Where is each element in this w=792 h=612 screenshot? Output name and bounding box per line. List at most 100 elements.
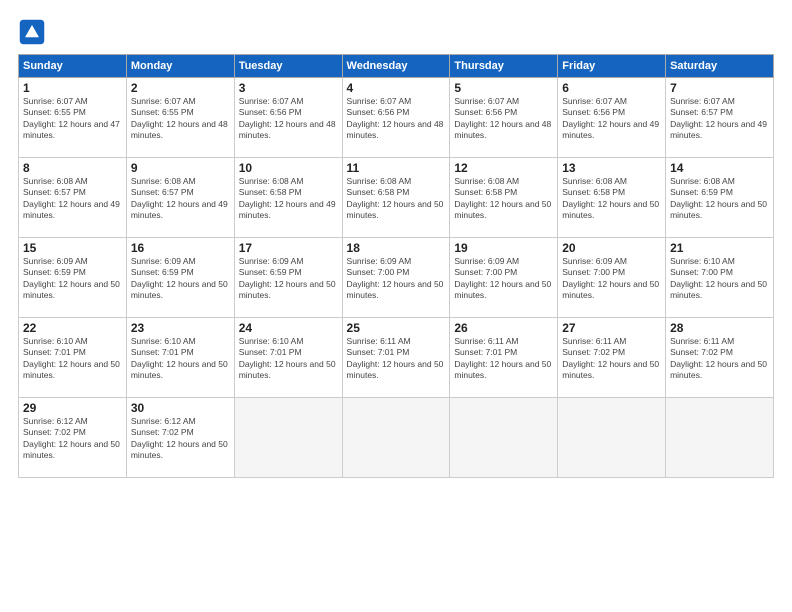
day-header-monday: Monday [126, 55, 234, 78]
week-row-3: 15 Sunrise: 6:09 AMSunset: 6:59 PMDaylig… [19, 238, 774, 318]
day-info: Sunrise: 6:08 AMSunset: 6:58 PMDaylight:… [562, 176, 659, 220]
calendar-cell: 9 Sunrise: 6:08 AMSunset: 6:57 PMDayligh… [126, 158, 234, 238]
day-number: 3 [239, 81, 338, 95]
calendar-cell: 22 Sunrise: 6:10 AMSunset: 7:01 PMDaylig… [19, 318, 127, 398]
day-header-friday: Friday [558, 55, 666, 78]
day-number: 15 [23, 241, 122, 255]
day-info: Sunrise: 6:07 AMSunset: 6:55 PMDaylight:… [131, 96, 228, 140]
week-row-1: 1 Sunrise: 6:07 AMSunset: 6:55 PMDayligh… [19, 78, 774, 158]
day-number: 8 [23, 161, 122, 175]
day-number: 14 [670, 161, 769, 175]
calendar-cell: 28 Sunrise: 6:11 AMSunset: 7:02 PMDaylig… [666, 318, 774, 398]
day-info: Sunrise: 6:12 AMSunset: 7:02 PMDaylight:… [131, 416, 228, 460]
day-info: Sunrise: 6:11 AMSunset: 7:02 PMDaylight:… [670, 336, 767, 380]
calendar-cell [558, 398, 666, 478]
day-info: Sunrise: 6:09 AMSunset: 6:59 PMDaylight:… [239, 256, 336, 300]
calendar-cell [234, 398, 342, 478]
day-info: Sunrise: 6:07 AMSunset: 6:56 PMDaylight:… [562, 96, 659, 140]
calendar-cell: 2 Sunrise: 6:07 AMSunset: 6:55 PMDayligh… [126, 78, 234, 158]
day-number: 7 [670, 81, 769, 95]
day-header-sunday: Sunday [19, 55, 127, 78]
day-number: 20 [562, 241, 661, 255]
day-info: Sunrise: 6:08 AMSunset: 6:57 PMDaylight:… [23, 176, 120, 220]
day-info: Sunrise: 6:10 AMSunset: 7:00 PMDaylight:… [670, 256, 767, 300]
day-number: 11 [347, 161, 446, 175]
day-number: 24 [239, 321, 338, 335]
calendar-cell: 11 Sunrise: 6:08 AMSunset: 6:58 PMDaylig… [342, 158, 450, 238]
day-header-tuesday: Tuesday [234, 55, 342, 78]
day-info: Sunrise: 6:09 AMSunset: 7:00 PMDaylight:… [454, 256, 551, 300]
calendar-cell: 6 Sunrise: 6:07 AMSunset: 6:56 PMDayligh… [558, 78, 666, 158]
day-info: Sunrise: 6:08 AMSunset: 6:57 PMDaylight:… [131, 176, 228, 220]
calendar-cell: 12 Sunrise: 6:08 AMSunset: 6:58 PMDaylig… [450, 158, 558, 238]
day-info: Sunrise: 6:10 AMSunset: 7:01 PMDaylight:… [23, 336, 120, 380]
day-number: 23 [131, 321, 230, 335]
day-info: Sunrise: 6:10 AMSunset: 7:01 PMDaylight:… [131, 336, 228, 380]
day-info: Sunrise: 6:09 AMSunset: 7:00 PMDaylight:… [562, 256, 659, 300]
day-number: 6 [562, 81, 661, 95]
day-number: 16 [131, 241, 230, 255]
day-number: 28 [670, 321, 769, 335]
week-row-5: 29 Sunrise: 6:12 AMSunset: 7:02 PMDaylig… [19, 398, 774, 478]
day-number: 25 [347, 321, 446, 335]
day-number: 18 [347, 241, 446, 255]
day-info: Sunrise: 6:11 AMSunset: 7:01 PMDaylight:… [347, 336, 444, 380]
calendar-cell: 16 Sunrise: 6:09 AMSunset: 6:59 PMDaylig… [126, 238, 234, 318]
page: SundayMondayTuesdayWednesdayThursdayFrid… [0, 0, 792, 612]
day-header-thursday: Thursday [450, 55, 558, 78]
day-info: Sunrise: 6:12 AMSunset: 7:02 PMDaylight:… [23, 416, 120, 460]
header [18, 18, 774, 46]
day-number: 19 [454, 241, 553, 255]
calendar-cell: 13 Sunrise: 6:08 AMSunset: 6:58 PMDaylig… [558, 158, 666, 238]
calendar-header-row: SundayMondayTuesdayWednesdayThursdayFrid… [19, 55, 774, 78]
calendar-cell: 21 Sunrise: 6:10 AMSunset: 7:00 PMDaylig… [666, 238, 774, 318]
day-header-saturday: Saturday [666, 55, 774, 78]
calendar-cell [450, 398, 558, 478]
day-number: 21 [670, 241, 769, 255]
calendar-cell: 4 Sunrise: 6:07 AMSunset: 6:56 PMDayligh… [342, 78, 450, 158]
day-number: 22 [23, 321, 122, 335]
day-info: Sunrise: 6:08 AMSunset: 6:58 PMDaylight:… [239, 176, 336, 220]
week-row-2: 8 Sunrise: 6:08 AMSunset: 6:57 PMDayligh… [19, 158, 774, 238]
calendar-cell: 10 Sunrise: 6:08 AMSunset: 6:58 PMDaylig… [234, 158, 342, 238]
calendar-cell: 29 Sunrise: 6:12 AMSunset: 7:02 PMDaylig… [19, 398, 127, 478]
day-info: Sunrise: 6:11 AMSunset: 7:01 PMDaylight:… [454, 336, 551, 380]
day-number: 10 [239, 161, 338, 175]
day-number: 30 [131, 401, 230, 415]
day-info: Sunrise: 6:08 AMSunset: 6:58 PMDaylight:… [454, 176, 551, 220]
day-info: Sunrise: 6:10 AMSunset: 7:01 PMDaylight:… [239, 336, 336, 380]
calendar-cell: 8 Sunrise: 6:08 AMSunset: 6:57 PMDayligh… [19, 158, 127, 238]
day-info: Sunrise: 6:08 AMSunset: 6:58 PMDaylight:… [347, 176, 444, 220]
day-info: Sunrise: 6:07 AMSunset: 6:56 PMDaylight:… [454, 96, 551, 140]
logo [18, 18, 48, 46]
day-number: 26 [454, 321, 553, 335]
day-info: Sunrise: 6:07 AMSunset: 6:56 PMDaylight:… [347, 96, 444, 140]
calendar-cell: 19 Sunrise: 6:09 AMSunset: 7:00 PMDaylig… [450, 238, 558, 318]
day-info: Sunrise: 6:07 AMSunset: 6:56 PMDaylight:… [239, 96, 336, 140]
calendar-cell: 15 Sunrise: 6:09 AMSunset: 6:59 PMDaylig… [19, 238, 127, 318]
day-number: 1 [23, 81, 122, 95]
day-number: 13 [562, 161, 661, 175]
day-info: Sunrise: 6:07 AMSunset: 6:55 PMDaylight:… [23, 96, 120, 140]
calendar-cell: 7 Sunrise: 6:07 AMSunset: 6:57 PMDayligh… [666, 78, 774, 158]
calendar-table: SundayMondayTuesdayWednesdayThursdayFrid… [18, 54, 774, 478]
day-number: 9 [131, 161, 230, 175]
calendar-cell [342, 398, 450, 478]
day-number: 29 [23, 401, 122, 415]
calendar-cell: 5 Sunrise: 6:07 AMSunset: 6:56 PMDayligh… [450, 78, 558, 158]
day-info: Sunrise: 6:11 AMSunset: 7:02 PMDaylight:… [562, 336, 659, 380]
day-info: Sunrise: 6:07 AMSunset: 6:57 PMDaylight:… [670, 96, 767, 140]
calendar-cell: 26 Sunrise: 6:11 AMSunset: 7:01 PMDaylig… [450, 318, 558, 398]
day-info: Sunrise: 6:08 AMSunset: 6:59 PMDaylight:… [670, 176, 767, 220]
day-number: 27 [562, 321, 661, 335]
calendar-cell: 18 Sunrise: 6:09 AMSunset: 7:00 PMDaylig… [342, 238, 450, 318]
calendar-cell: 17 Sunrise: 6:09 AMSunset: 6:59 PMDaylig… [234, 238, 342, 318]
day-info: Sunrise: 6:09 AMSunset: 7:00 PMDaylight:… [347, 256, 444, 300]
calendar-cell: 24 Sunrise: 6:10 AMSunset: 7:01 PMDaylig… [234, 318, 342, 398]
calendar-cell: 3 Sunrise: 6:07 AMSunset: 6:56 PMDayligh… [234, 78, 342, 158]
calendar-cell: 23 Sunrise: 6:10 AMSunset: 7:01 PMDaylig… [126, 318, 234, 398]
calendar-cell: 1 Sunrise: 6:07 AMSunset: 6:55 PMDayligh… [19, 78, 127, 158]
day-number: 17 [239, 241, 338, 255]
calendar-cell: 27 Sunrise: 6:11 AMSunset: 7:02 PMDaylig… [558, 318, 666, 398]
day-info: Sunrise: 6:09 AMSunset: 6:59 PMDaylight:… [131, 256, 228, 300]
